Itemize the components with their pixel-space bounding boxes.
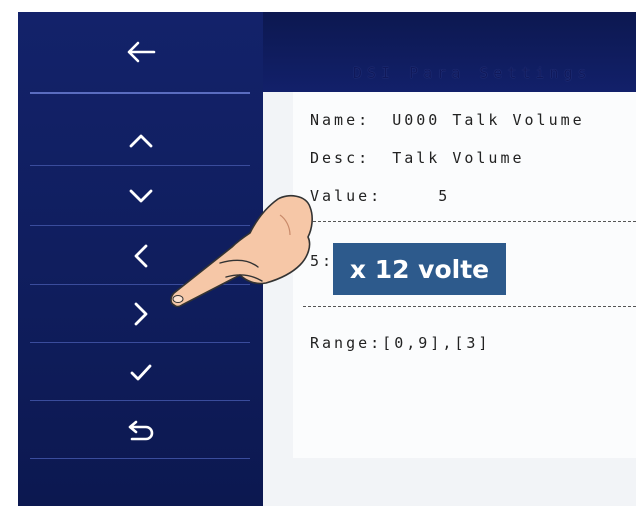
back-button[interactable] [113, 32, 169, 72]
chevron-up-icon [129, 134, 153, 148]
confirm-button[interactable] [113, 352, 169, 392]
desc-label: Desc: [310, 149, 371, 167]
separator [30, 400, 250, 401]
return-arrow-icon [128, 420, 154, 441]
separator [30, 165, 250, 166]
name-value: U000 Talk Volume [392, 111, 585, 129]
separator [30, 92, 250, 94]
repeat-count-label: x 12 volte [333, 243, 506, 295]
chevron-down-icon [129, 189, 153, 203]
edit-bottom-divider [303, 306, 636, 307]
separator [30, 342, 250, 343]
desc-row: Desc: Talk Volume [310, 149, 525, 167]
value-current: 5 [438, 187, 451, 205]
return-button[interactable] [113, 410, 169, 450]
chevron-left-icon [134, 244, 148, 268]
desc-value: Talk Volume [392, 149, 525, 167]
arrow-left-icon [127, 41, 156, 63]
range-text: Range:[0,9],[3] [310, 334, 491, 352]
name-label: Name: [310, 111, 371, 129]
checkmark-icon [130, 364, 152, 381]
edit-top-divider [303, 221, 636, 222]
separator [30, 458, 250, 459]
chevron-right-icon [134, 302, 148, 326]
name-row: Name: U000 Talk Volume [310, 111, 585, 129]
up-button[interactable] [113, 120, 169, 160]
screen-title: DSI Para Settings [353, 64, 592, 82]
pointing-hand-icon [170, 194, 313, 308]
value-row: Value: 5 [310, 187, 450, 205]
